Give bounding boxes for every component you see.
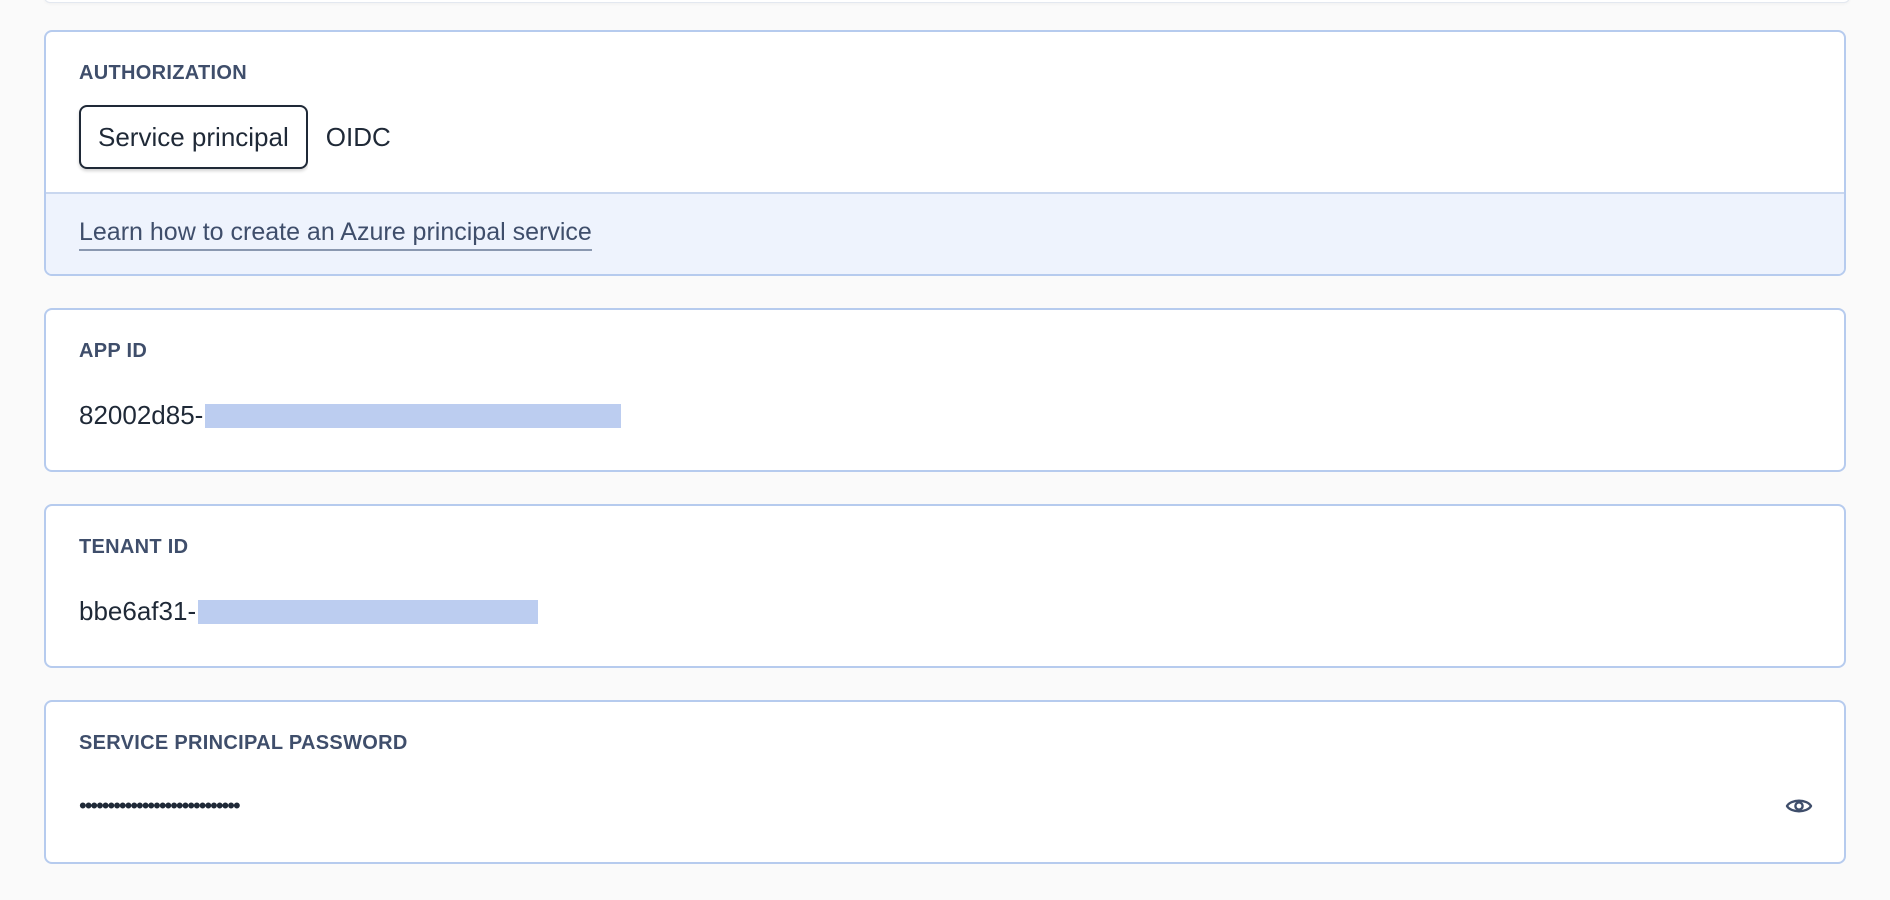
password-row	[79, 786, 1813, 826]
app-id-field[interactable]: 82002d85-	[79, 400, 622, 431]
help-band: Learn how to create an Azure principal s…	[46, 192, 1844, 274]
tenant-id-label: TENANT ID	[79, 536, 189, 558]
app-id-card: APP ID 82002d85-	[44, 308, 1846, 472]
service-principal-password-input[interactable]	[79, 793, 1579, 819]
option-service-principal[interactable]: Service principal	[79, 105, 308, 169]
tenant-id-redaction	[198, 599, 539, 624]
app-id-value: 82002d85-	[79, 400, 204, 430]
authorization-label: AUTHORIZATION	[79, 62, 247, 84]
eye-icon	[1785, 799, 1813, 813]
service-principal-password-label: SERVICE PRINCIPAL PASSWORD	[79, 732, 408, 754]
tenant-id-value: bbe6af31-	[79, 596, 197, 626]
previous-card-edge	[44, 0, 1850, 3]
app-id-redaction	[205, 403, 622, 428]
azure-principal-help-link[interactable]: Learn how to create an Azure principal s…	[79, 218, 592, 251]
authorization-card: AUTHORIZATION Service principal OIDC Lea…	[44, 30, 1846, 276]
azure-credentials-form: AUTHORIZATION Service principal OIDC Lea…	[0, 0, 1890, 900]
tenant-id-card: TENANT ID bbe6af31-	[44, 504, 1846, 668]
show-password-button[interactable]	[1781, 788, 1817, 824]
service-principal-password-card: SERVICE PRINCIPAL PASSWORD	[44, 700, 1846, 864]
option-oidc[interactable]: OIDC	[307, 105, 409, 169]
tenant-id-field[interactable]: bbe6af31-	[79, 596, 539, 627]
authorization-toggle-group: Service principal OIDC	[79, 105, 409, 169]
app-id-label: APP ID	[79, 340, 148, 362]
